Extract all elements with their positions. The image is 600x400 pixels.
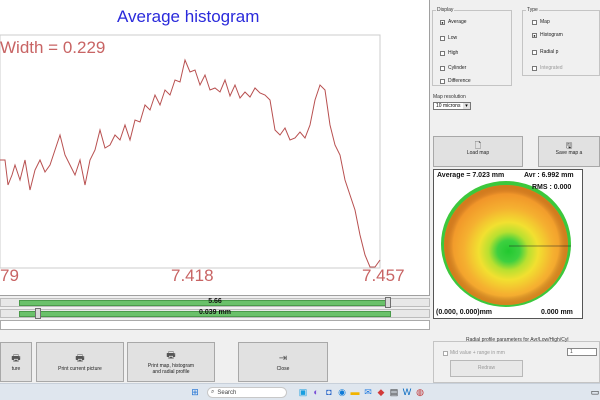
exit-icon: ⇥ (278, 352, 288, 364)
display-option-low[interactable]: Low (440, 35, 457, 41)
display-option-high[interactable]: High (440, 50, 458, 56)
width-slider[interactable]: 0.039 mm (0, 308, 430, 319)
radio-selected-icon: ● (440, 19, 445, 25)
mid-value-label: Mid value + range in mm (450, 350, 505, 356)
save-map-button[interactable]: 🖫 Save map a (538, 136, 600, 167)
task-view-icon[interactable]: ▣ (298, 387, 308, 397)
radial-range-input[interactable]: 1 (567, 348, 597, 356)
map-avr-label: Avr : 6.992 mm (524, 172, 574, 179)
type-option-map[interactable]: Map (532, 19, 550, 25)
mail-icon[interactable]: ✉ (363, 387, 373, 397)
radio-selected-icon: ● (532, 32, 537, 38)
search-icon: ⌕ (211, 389, 215, 395)
taskbar-search[interactable]: ⌕ Search (207, 387, 287, 398)
mid-value-checkbox[interactable]: Mid value + range in mm (443, 350, 505, 356)
app-icon[interactable]: ◆ (376, 387, 386, 397)
taskbar-search-placeholder: Search (217, 389, 237, 396)
close-label: Close (276, 365, 290, 372)
word-icon[interactable]: W (402, 387, 412, 397)
checkbox-icon (443, 350, 448, 356)
radio-icon (532, 19, 537, 25)
chat-icon[interactable]: ◘ (324, 387, 334, 397)
map-panel: Average = 7.023 mm Avr : 6.992 mm RMS : … (433, 169, 583, 319)
map-resolution-value: 10 microns (436, 103, 461, 109)
height-map (441, 181, 571, 307)
display-option-average[interactable]: ● Average (440, 19, 467, 25)
display-option-cylinder[interactable]: Cylinder (440, 65, 466, 71)
edge-icon[interactable]: ◉ (337, 387, 347, 397)
type-option-radial[interactable]: Radial p (532, 49, 558, 55)
app-icon[interactable]: ◍ (415, 387, 425, 397)
range-slider[interactable]: 5.66 (0, 297, 430, 308)
checkbox-icon (532, 65, 537, 71)
chevron-down-icon[interactable]: ▾ (463, 103, 470, 109)
document-icon: 🗋 (474, 141, 482, 150)
map-average-label: Average = 7.023 mm (437, 172, 505, 179)
map-origin-label: (0.000, 0.000)mm (436, 309, 493, 316)
display-group-title: Display (436, 7, 455, 13)
print-picture-button[interactable]: 🖶 ture (0, 342, 32, 382)
store-icon[interactable]: ▤ (389, 387, 399, 397)
radio-icon (532, 49, 537, 55)
print-map-histogram-label: Print map, histogram and radial profile (147, 362, 195, 375)
print-picture-label: ture (11, 365, 21, 372)
radio-icon (440, 50, 445, 56)
width-slider-value: 0.039 mm (199, 309, 231, 316)
range-slider-value: 5.66 (208, 298, 222, 305)
print-current-picture-button[interactable]: 🖶 Print current picture (36, 342, 124, 382)
map-resolution-label: Map resolution (433, 94, 466, 100)
print-map-histogram-button[interactable]: 🖶 Print map, histogram and radial profil… (127, 342, 215, 382)
map-rms-label: RMS : 0.000 (532, 184, 572, 191)
printer-icon: 🖶 (166, 349, 176, 361)
status-bar (0, 320, 430, 330)
printer-icon: 🖶 (75, 352, 85, 364)
save-icon: 🖫 (565, 141, 573, 150)
redraw-button[interactable]: Redraw (450, 360, 523, 377)
type-option-histogram[interactable]: ● Histogram (532, 32, 563, 38)
map-resolution-select[interactable]: 10 microns ▾ (433, 102, 471, 110)
histogram-width-label: Width = 0.229 (0, 38, 106, 57)
plot-area (0, 34, 381, 269)
taskbar: ⊞ ⌕ Search ▣ ◐ ◘ ◉ ▬ ✉ ◆ ▤ W ◍ ▭ (0, 383, 600, 400)
save-map-label: Save map a (555, 150, 583, 156)
x-tick-right: 7.457 (362, 266, 405, 285)
x-tick-left: 79 (0, 266, 19, 285)
load-map-label: Load map (466, 150, 490, 156)
file-explorer-icon[interactable]: ▬ (350, 387, 360, 397)
radio-icon (440, 35, 445, 41)
radial-profile-title: Radial profile parameters for Avr/Low/Hi… (466, 337, 569, 343)
type-option-integrated[interactable]: Integrated (532, 65, 563, 71)
notification-icon[interactable]: ▭ (590, 387, 600, 397)
type-group-title: Type (526, 7, 539, 13)
windows-start-icon[interactable]: ⊞ (190, 387, 200, 397)
display-option-difference[interactable]: Difference (440, 78, 471, 84)
close-button[interactable]: ⇥ Close (238, 342, 328, 382)
histogram-title: Average histogram (117, 7, 260, 26)
widgets-icon[interactable]: ◐ (311, 387, 321, 397)
load-map-button[interactable]: 🗋 Load map (433, 136, 523, 167)
radio-icon (440, 78, 445, 84)
x-tick-middle: 7.418 (171, 266, 214, 285)
radio-icon (440, 65, 445, 71)
histogram-panel: Average histogram Width = 0.229 79 7.418… (0, 0, 430, 296)
printer-icon: 🖶 (11, 352, 21, 364)
print-current-picture-label: Print current picture (58, 365, 102, 372)
map-value-label: 0.000 mm (541, 309, 573, 316)
